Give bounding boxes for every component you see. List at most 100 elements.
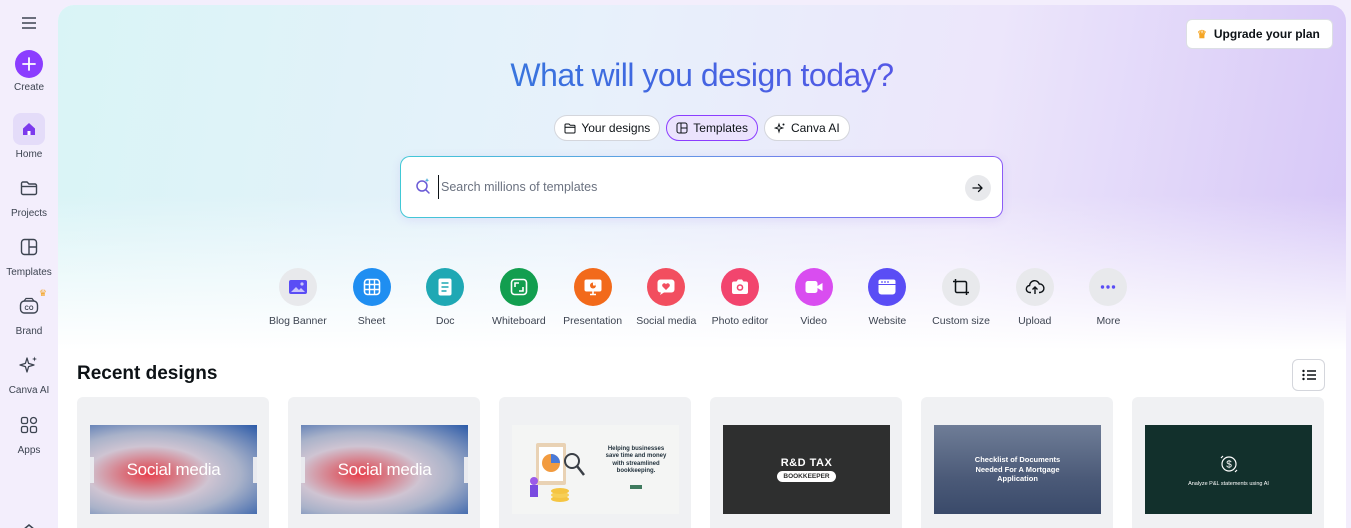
quick-action-social-media[interactable]: Social media (629, 268, 703, 327)
crop-icon (942, 268, 981, 306)
sidebar-item-projects[interactable]: Projects (0, 172, 58, 219)
design-card[interactable]: Helping businesses save time and money w… (499, 397, 691, 528)
tab-your-designs[interactable]: Your designs (554, 115, 661, 141)
quick-action-label: Custom size (932, 315, 990, 327)
template-icon (676, 122, 688, 134)
doc-icon (426, 268, 465, 306)
home-icon (13, 113, 45, 145)
illustration-image (530, 443, 585, 502)
sparkle-icon (13, 349, 45, 381)
cloud-upload-icon (1015, 268, 1054, 306)
quick-action-photo-editor[interactable]: Photo editor (703, 268, 777, 327)
search-mode-tabs: Your designs Templates Canva AI (58, 115, 1346, 141)
quick-action-label: Doc (435, 315, 455, 327)
quick-action-label: Photo editor (711, 315, 769, 327)
upgrade-plan-button[interactable]: ♛ Upgrade your plan (1186, 19, 1333, 49)
sidebar-item-brand[interactable]: CO ♛ Brand (0, 288, 58, 337)
design-thumbnail: Checklist of Documents Needed For A Mort… (934, 425, 1101, 514)
design-card[interactable]: R&D TAX BOOKKEEPER (710, 397, 902, 528)
whiteboard-icon (499, 268, 538, 306)
search-input[interactable] (438, 175, 948, 199)
tab-canva-ai[interactable]: Canva AI (763, 115, 850, 141)
plus-icon (15, 50, 43, 78)
search-box (400, 156, 1003, 218)
folder-icon (564, 123, 576, 133)
thumbnail-title: R&D TAX (780, 457, 833, 469)
quick-actions: Blog Banner Sheet Doc Whiteboard Present… (261, 268, 1145, 327)
quick-action-label: Video (800, 315, 827, 327)
design-card[interactable]: $ Analyze P&L statements using AI (1132, 397, 1324, 528)
design-thumbnail: R&D TAX BOOKKEEPER (723, 425, 890, 514)
sidebar-item-label: Canva AI (8, 385, 50, 396)
thumbnail-title: Checklist of Documents Needed For A Mort… (974, 454, 1061, 484)
tab-label: Templates (693, 121, 748, 135)
sidebar-item-home[interactable]: Home (0, 113, 58, 160)
main-panel: ♛ Upgrade your plan What will you design… (58, 5, 1346, 528)
quick-action-whiteboard[interactable]: Whiteboard (482, 268, 556, 327)
recent-designs-list: Social media Social media Helping busine… (77, 397, 1324, 528)
quick-action-label: Presentation (563, 315, 623, 327)
video-icon (794, 268, 833, 306)
crown-icon: ♛ (38, 288, 47, 298)
list-icon (1301, 369, 1316, 381)
quick-action-label: Sheet (357, 315, 386, 327)
upgrade-label: Upgrade your plan (1213, 27, 1320, 41)
page-title: What will you design today? (58, 57, 1346, 94)
quick-action-website[interactable]: Website (851, 268, 925, 327)
chevron-up-icon[interactable] (22, 518, 36, 528)
website-icon (868, 268, 907, 306)
design-thumbnail: Social media (301, 425, 468, 514)
thumbnail-title: Helping businesses save time and money w… (605, 445, 667, 475)
design-card[interactable]: Social media (77, 397, 269, 528)
quick-action-blog-banner[interactable]: Blog Banner (261, 268, 335, 327)
template-icon (13, 231, 45, 263)
sidebar-item-label: Apps (17, 445, 41, 456)
sparkle-icon (773, 122, 785, 134)
brand-icon: CO ♛ (13, 288, 47, 322)
sidebar-item-templates[interactable]: Templates (0, 231, 58, 278)
section-title: Recent designs (77, 363, 218, 384)
sidebar-item-label: Home (15, 149, 43, 160)
quick-action-label: Website (868, 315, 907, 327)
image-icon (278, 268, 317, 306)
quick-action-label: Social media (636, 315, 697, 327)
sidebar-item-label: Create (13, 82, 44, 93)
tab-templates[interactable]: Templates (666, 115, 758, 141)
sidebar: Create Home Projects Templates CO ♛ Bran… (0, 0, 58, 528)
quick-action-presentation[interactable]: Presentation (556, 268, 630, 327)
quick-action-label: More (1096, 315, 1121, 327)
quick-action-video[interactable]: Video (777, 268, 851, 327)
quick-action-sheet[interactable]: Sheet (335, 268, 409, 327)
menu-icon[interactable] (18, 12, 40, 34)
thumbnail-title: Social media (337, 459, 432, 479)
design-thumbnail: Helping businesses save time and money w… (512, 425, 679, 514)
list-view-button[interactable] (1292, 359, 1325, 391)
quick-action-label: Whiteboard (492, 315, 546, 327)
design-thumbnail: Social media (90, 425, 257, 514)
quick-action-label: Blog Banner (268, 315, 327, 327)
tab-label: Your designs (581, 121, 651, 135)
sidebar-item-label: Templates (6, 267, 52, 278)
tab-label: Canva AI (790, 121, 840, 135)
search-submit-button[interactable] (965, 175, 991, 201)
thumbnail-title: Analyze P&L statements using AI (1188, 480, 1269, 487)
sidebar-item-label: Brand (15, 326, 43, 337)
heart-icon (647, 268, 686, 306)
camera-icon (720, 268, 759, 306)
design-card[interactable]: Checklist of Documents Needed For A Mort… (921, 397, 1113, 528)
sidebar-item-apps[interactable]: Apps (0, 409, 58, 456)
crown-icon: ♛ (1197, 28, 1207, 41)
quick-action-custom-size[interactable]: Custom size (924, 268, 998, 327)
thumbnail-subtitle: BOOKKEEPER (777, 471, 836, 482)
sidebar-item-label: Projects (10, 208, 48, 219)
grid-icon (352, 268, 391, 306)
quick-action-doc[interactable]: Doc (408, 268, 482, 327)
sidebar-item-create[interactable]: Create (0, 50, 58, 93)
quick-action-more[interactable]: More (1072, 268, 1146, 327)
svg-text:$: $ (1226, 459, 1232, 470)
sidebar-item-canva-ai[interactable]: Canva AI (0, 349, 58, 396)
design-card[interactable]: Social media (288, 397, 480, 528)
magic-search-icon (414, 177, 432, 200)
quick-action-upload[interactable]: Upload (998, 268, 1072, 327)
apps-icon (13, 409, 45, 441)
